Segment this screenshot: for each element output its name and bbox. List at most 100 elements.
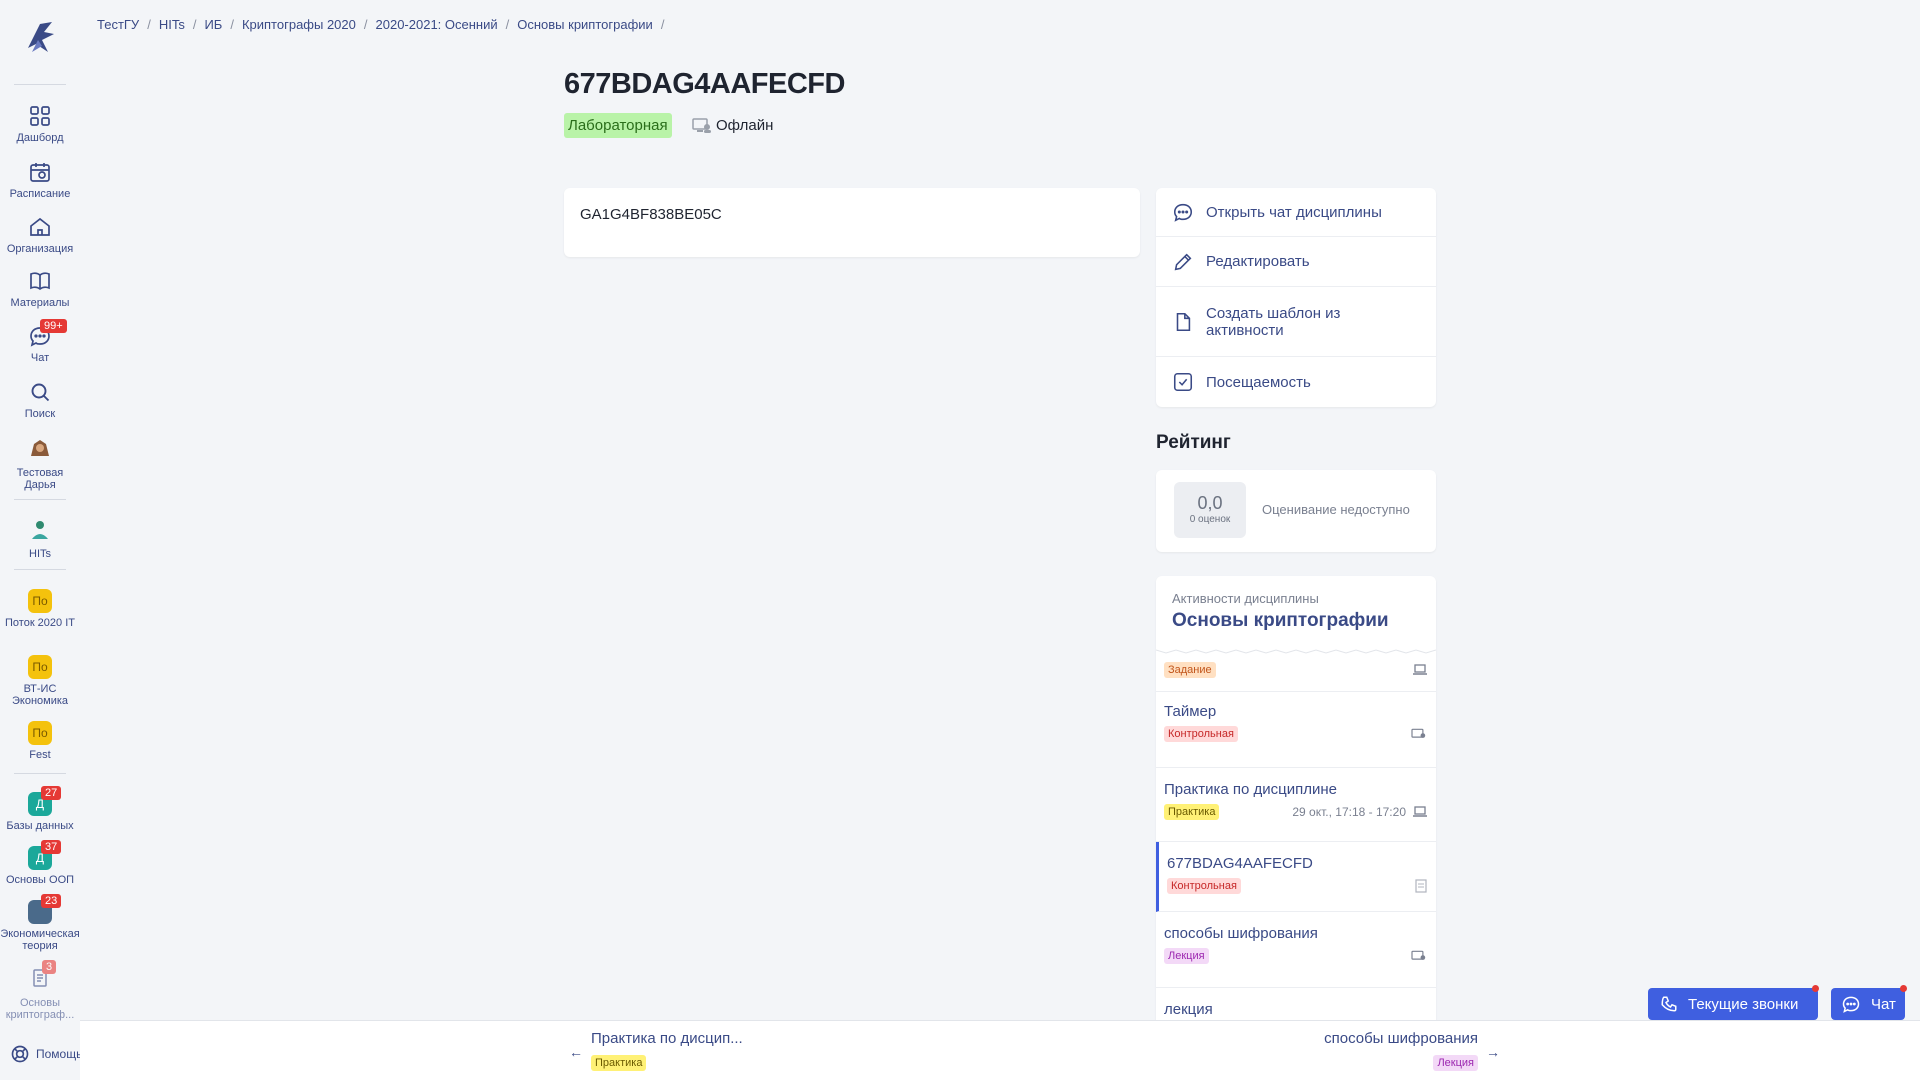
sidebar-item-materials[interactable]: Материалы	[0, 269, 80, 309]
logo-icon[interactable]	[22, 18, 58, 58]
help-label: Помощь	[36, 1047, 83, 1061]
create-template-button[interactable]: Создать шаблон из активности	[1156, 287, 1436, 357]
sidebar-item-label: Расписание	[9, 188, 71, 200]
course-badge: 37	[41, 840, 62, 854]
sidebar-item-label: Поток 2020 IT	[5, 617, 75, 629]
activity-name: Практика по дисциплине	[1164, 781, 1337, 798]
rating-value: 0,0	[1197, 493, 1223, 513]
attendance-button[interactable]: Посещаемость	[1156, 357, 1436, 407]
breadcrumb-item[interactable]: ТестГУ	[97, 17, 139, 32]
sidebar-item-org-hits[interactable]: HITs	[0, 517, 80, 560]
breadcrumb-separator: /	[192, 17, 197, 32]
prev-info: Практика по дисцип... Практика	[591, 1030, 743, 1071]
sidebar-item-label: Базы данных	[6, 820, 74, 832]
document-icon	[1415, 879, 1427, 893]
breadcrumb: ТестГУ / HITs / ИБ / Криптографы 2020 / 2020…	[97, 17, 664, 32]
home-icon	[30, 217, 50, 236]
breadcrumb-item[interactable]: Криптографы 2020	[242, 17, 356, 32]
sidebar-course-economics[interactable]: Экономическая теория 23	[0, 894, 80, 952]
current-calls-button[interactable]: Текущие звонки	[1648, 988, 1818, 1020]
sidebar-group-fest[interactable]: По Fest	[0, 721, 80, 761]
sidebar-divider	[14, 84, 66, 85]
group-avatar: По	[28, 655, 52, 679]
calendar-icon	[30, 163, 50, 182]
laptop-icon	[1413, 664, 1427, 675]
chat-button[interactable]: Чат	[1831, 988, 1905, 1020]
sidebar-course-oop[interactable]: Д Основы ООП 37	[0, 840, 80, 886]
next-activity-tag: Лекция	[1433, 1055, 1478, 1071]
activity-item[interactable]: Таймер Контрольная	[1156, 692, 1436, 768]
activity-item[interactable]: Задание	[1156, 652, 1436, 692]
activity-mode-label: Офлайн	[716, 116, 774, 134]
edit-button[interactable]: Редактировать	[1156, 237, 1436, 287]
pencil-icon	[1174, 253, 1192, 270]
sidebar-item-organization[interactable]: Организация	[0, 215, 80, 255]
actions-card: Открыть чат дисциплины Редактировать Соз…	[1156, 188, 1436, 407]
sidebar-item-label: HITs	[29, 548, 51, 560]
sidebar-item-label: Основы ООП	[5, 874, 75, 886]
breadcrumb-separator: /	[230, 17, 234, 32]
checkbox-icon	[1173, 372, 1193, 392]
chat-icon	[1842, 996, 1860, 1013]
sidebar-divider	[14, 499, 66, 500]
calls-notification-dot	[1812, 985, 1819, 992]
breadcrumb-item[interactable]: ИБ	[204, 17, 222, 32]
sidebar-course-crypto[interactable]: Основы криптограф... 3	[0, 960, 80, 1021]
breadcrumb-item[interactable]: HITs	[159, 17, 185, 32]
sidebar-item-label: Fest	[29, 749, 51, 761]
sidebar-item-chat[interactable]: Чат 99+	[0, 319, 80, 364]
file-icon	[1176, 312, 1191, 331]
activity-item[interactable]: Практика по дисциплине Практика 29 окт.,…	[1156, 768, 1436, 842]
arrow-right-icon: →	[1486, 1044, 1500, 1060]
activity-tag: Практика	[1164, 804, 1220, 820]
sidebar-item-search[interactable]: Поиск	[0, 380, 80, 420]
page-title: 677BDAG4AAFECFD	[564, 68, 845, 100]
sidebar-item-label: Дашборд	[16, 132, 64, 144]
sidebar-item-label: Чат	[30, 352, 50, 364]
sidebar-item-dashboard[interactable]: Дашборд	[0, 104, 80, 144]
activity-tag: Контрольная	[1164, 726, 1238, 742]
activity-name: Таймер	[1164, 703, 1217, 720]
activity-name: 677BDAG4AAFECFD	[1167, 855, 1313, 872]
sidebar-item-label: ВТ-ИС Экономика	[11, 683, 69, 707]
rating-note: Оценивание недоступно	[1262, 502, 1410, 517]
sidebar-item-label: Экономическая теория	[0, 928, 80, 952]
sidebar-group-stream-2020[interactable]: По Поток 2020 IT	[0, 589, 80, 629]
activity-meta	[1412, 663, 1428, 677]
org-avatar	[28, 517, 52, 541]
zigzag-divider	[1156, 649, 1436, 654]
sidebar: Дашборд Расписание Организация Материалы…	[0, 0, 82, 1080]
breadcrumb-item[interactable]: 2020-2021: Осенний	[376, 17, 498, 32]
activities-title[interactable]: Основы криптографии	[1172, 610, 1420, 632]
rating-score: 0,0 0 оценок	[1174, 482, 1246, 538]
activity-item-current[interactable]: 677BDAG4AAFECFD Контрольная	[1156, 842, 1436, 912]
user-avatar	[28, 436, 52, 460]
activity-time: 29 окт., 17:18 - 17:20	[1292, 805, 1406, 819]
action-label: Создать шаблон из активности	[1206, 304, 1341, 339]
action-label: Редактировать	[1206, 253, 1310, 270]
open-chat-button[interactable]: Открыть чат дисциплины	[1156, 188, 1436, 237]
book-icon	[30, 272, 50, 291]
breadcrumb-separator: /	[147, 17, 151, 32]
activities-subtitle: Активности дисциплины	[1172, 591, 1319, 606]
help-link[interactable]: Помощь	[10, 1044, 82, 1064]
sidebar-item-profile[interactable]: Тестовая Дарья	[0, 436, 80, 491]
activity-name: лекция	[1164, 1001, 1213, 1018]
activity-row: Контрольная	[1164, 726, 1428, 742]
lifebuoy-icon	[11, 1045, 29, 1063]
activity-item[interactable]: способы шифрования Лекция	[1156, 912, 1436, 988]
group-avatar: По	[28, 589, 52, 613]
prev-activity-link[interactable]: ← Практика по дисцип... Практика	[569, 1030, 743, 1071]
group-avatar: По	[28, 721, 52, 745]
rating-title: Рейтинг	[1156, 432, 1231, 453]
course-badge: 27	[41, 786, 62, 800]
next-activity-link[interactable]: способы шифрования Лекция →	[1324, 1030, 1500, 1071]
sidebar-group-vt-is[interactable]: По ВТ-ИС Экономика	[0, 655, 80, 707]
activity-tag: Лекция	[1164, 948, 1209, 964]
offline-icon	[692, 118, 711, 133]
sidebar-course-databases[interactable]: Д Базы данных 27	[0, 786, 80, 832]
breadcrumb-separator: /	[505, 17, 510, 32]
sidebar-item-schedule[interactable]: Расписание	[0, 160, 80, 200]
breadcrumb-item[interactable]: Основы криптографии	[517, 17, 653, 32]
activities-panel: Активности дисциплины Основы криптографи…	[1156, 576, 1436, 1080]
